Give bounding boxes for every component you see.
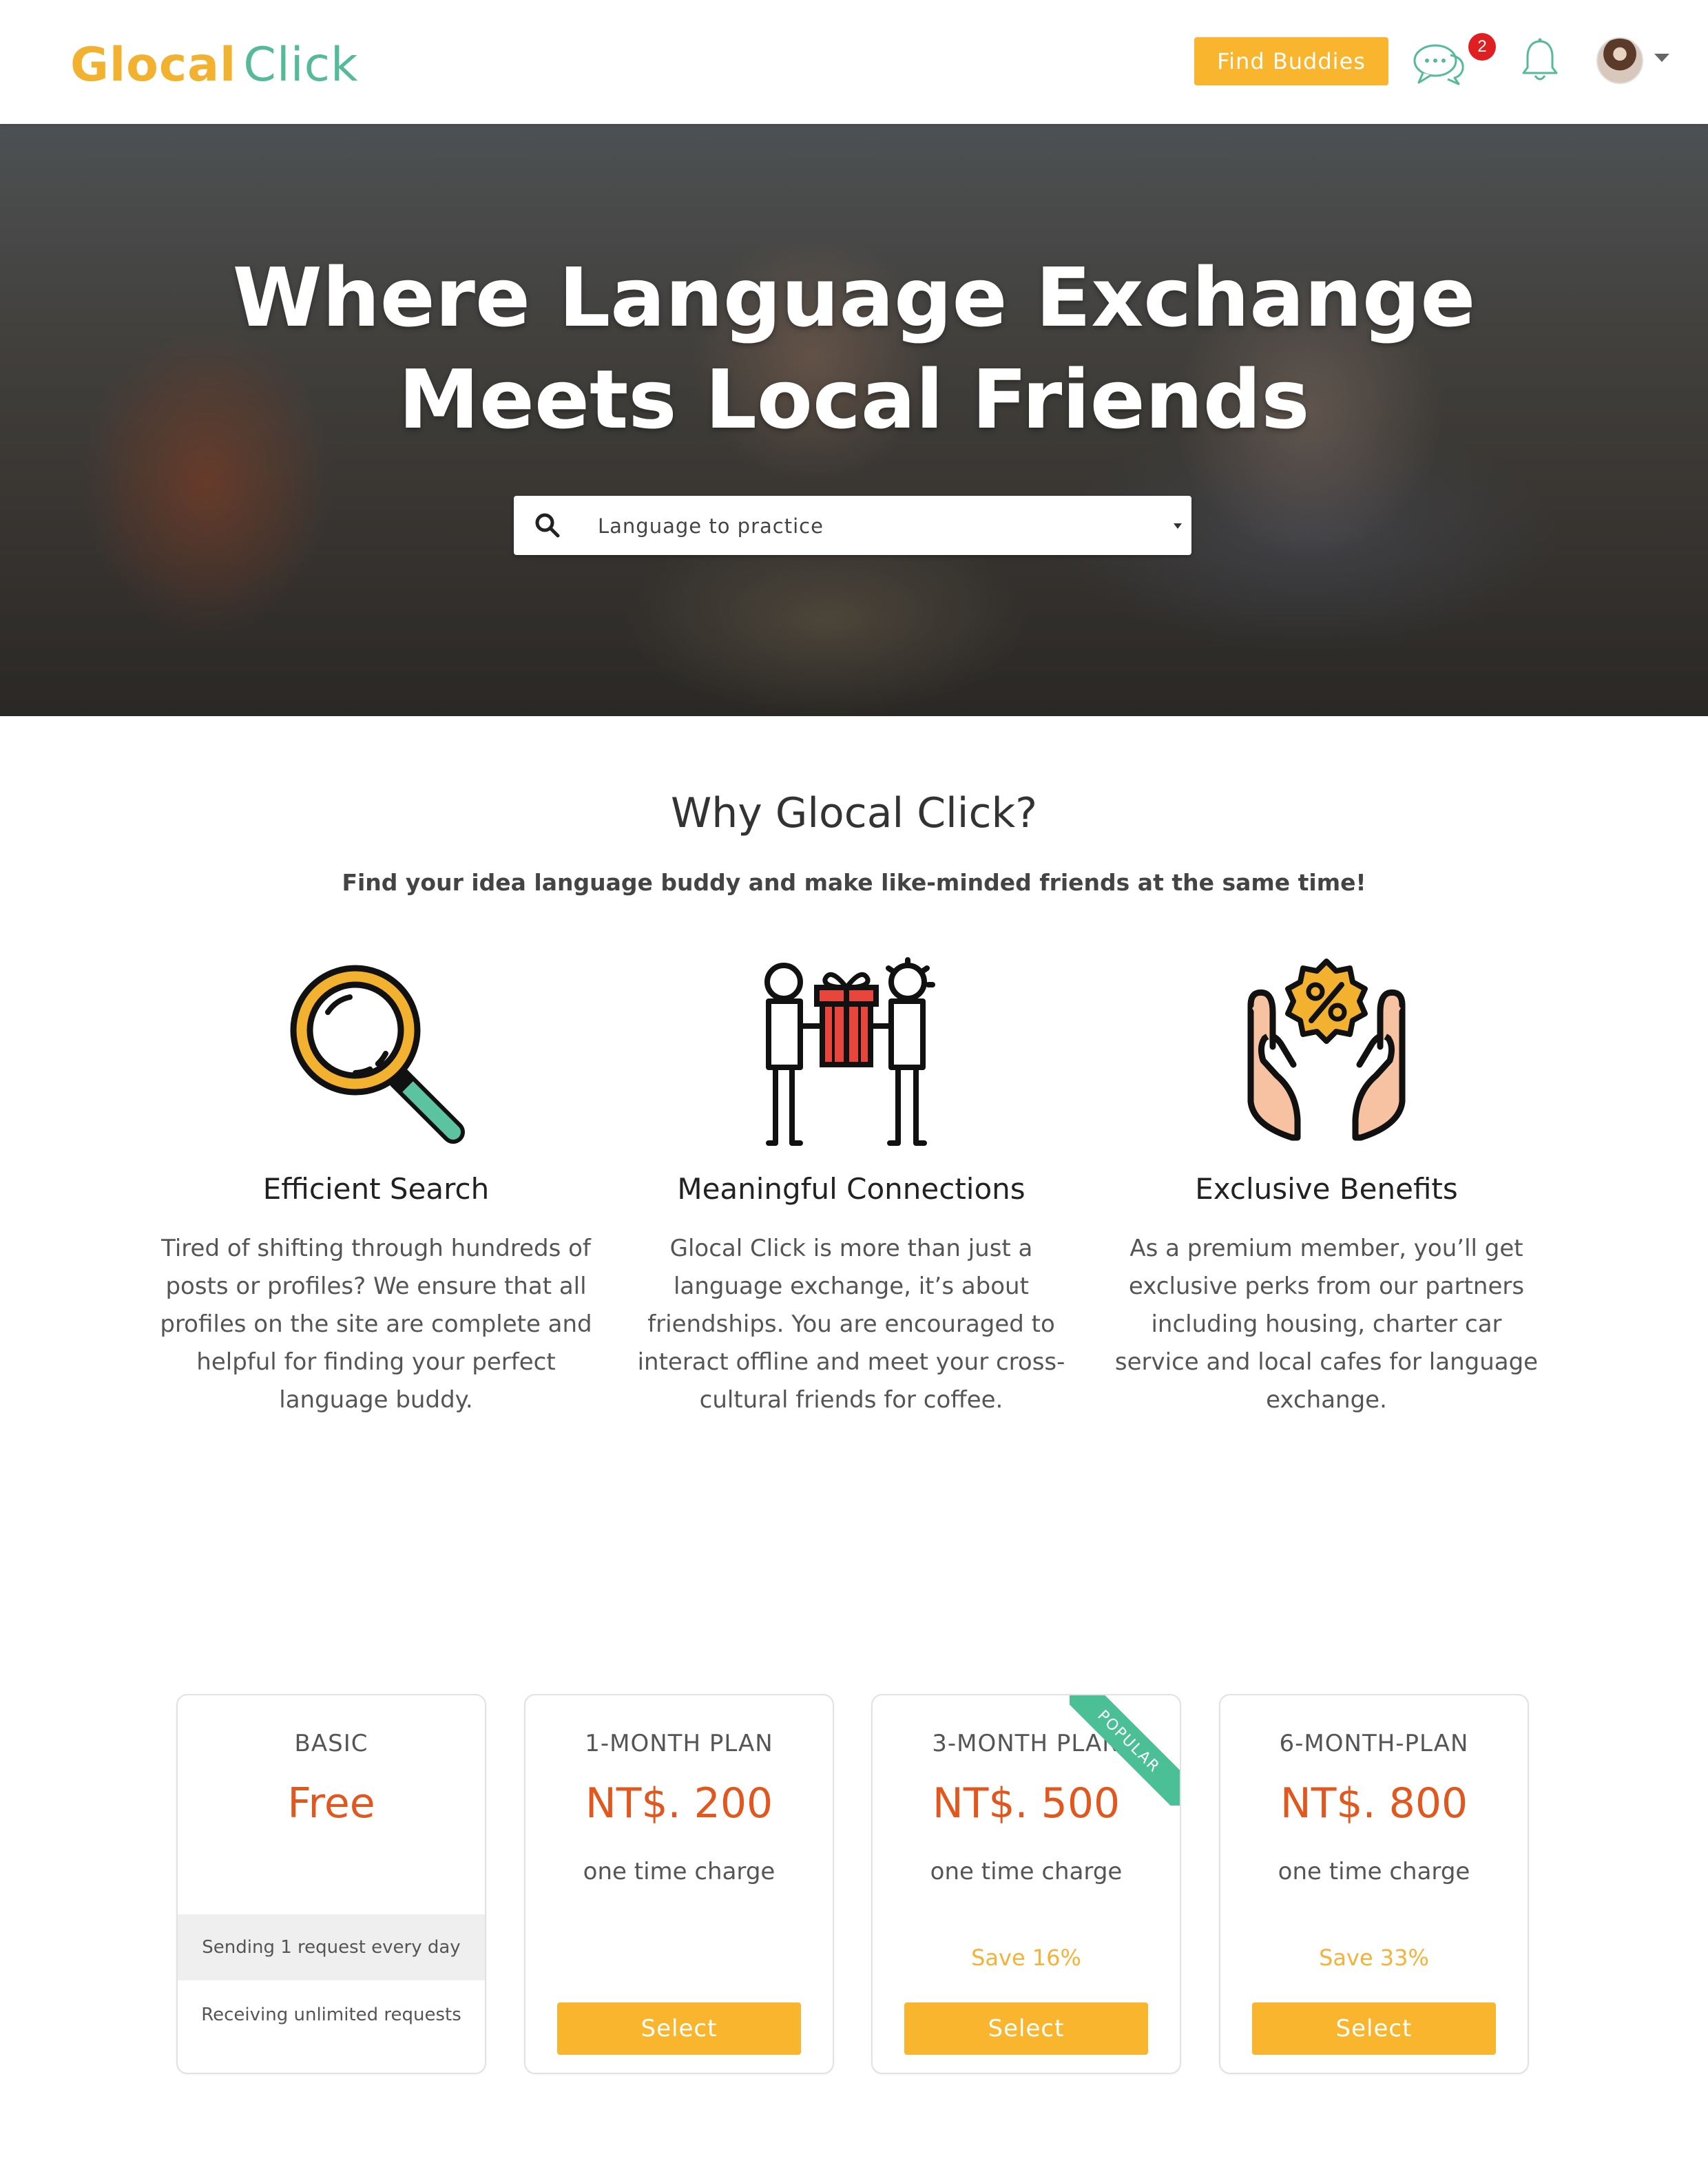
plan-name: 6-MONTH-PLAN (1279, 1730, 1469, 1757)
plan-price: Free (287, 1779, 375, 1828)
feature-text: As a premium member, you’ll get exclusiv… (1114, 1235, 1539, 1414)
plan-card-6-month: 6-MONTH-PLAN NT$. 800 one time charge Sa… (1219, 1694, 1529, 2074)
feature-title: Efficient Search (262, 1172, 490, 1206)
bell-icon[interactable] (1519, 37, 1561, 84)
plan-card-1-month: 1-MONTH PLAN NT$. 200 one time charge Se… (524, 1694, 834, 2074)
plan-charge-note: one time charge (583, 1858, 775, 1885)
language-select-input[interactable] (596, 508, 1136, 544)
plan-price: NT$. 200 (585, 1779, 773, 1828)
discount-hands-icon (1247, 959, 1406, 1141)
plan-feature-row: Sending 1 request every day (178, 1914, 485, 1980)
plan-price: NT$. 500 (932, 1779, 1121, 1828)
section-title: Why Glocal Click? (670, 789, 1038, 837)
top-navbar: Glocal Click Find Buddies 2 (0, 0, 1708, 124)
plan-charge-note: one time charge (930, 1858, 1123, 1885)
plan-price: NT$. 800 (1280, 1779, 1468, 1828)
plan-card-3-month: 3-MONTH PLAN POPULAR NT$. 500 one time c… (871, 1694, 1181, 2074)
select-3-month-button[interactable]: Select (904, 2002, 1148, 2055)
plan-feature-row: Receiving unlimited requests (201, 2005, 461, 2025)
hero-banner: Where Language Exchange Meets Local Frie… (0, 124, 1708, 716)
section-subtitle: Find your idea language buddy and make l… (342, 869, 1366, 896)
language-search-box[interactable] (514, 496, 1191, 555)
chat-icon[interactable] (1412, 40, 1467, 88)
select-6-month-button[interactable]: Select (1252, 2002, 1496, 2055)
logo-text-click: Click (243, 37, 359, 92)
feature-text: Tired of shifting through hundreds of po… (160, 1235, 592, 1414)
messages-count-badge: 2 (1468, 33, 1496, 61)
dropdown-caret-icon[interactable] (1174, 523, 1182, 529)
user-avatar[interactable] (1596, 37, 1643, 84)
feature-title: Meaningful Connections (677, 1172, 1025, 1206)
hero-title-line1: Where Language Exchange (232, 250, 1476, 345)
plan-charge-note: one time charge (1278, 1858, 1470, 1885)
magnifier-icon (290, 965, 465, 1144)
plan-savings: Save 16% (971, 1945, 1081, 1971)
plan-name: BASIC (294, 1730, 368, 1757)
feature-text: Glocal Click is more than just a languag… (637, 1235, 1065, 1414)
plan-name: 1-MONTH PLAN (585, 1730, 773, 1757)
find-buddies-button[interactable]: Find Buddies (1194, 37, 1388, 85)
plan-card-basic: BASIC Free Sending 1 request every day R… (176, 1694, 486, 2074)
logo[interactable]: Glocal Click (70, 36, 358, 94)
gift-exchange-icon (764, 957, 935, 1146)
hero-title: Where Language Exchange Meets Local Frie… (0, 247, 1708, 450)
select-1-month-button[interactable]: Select (557, 2002, 801, 2055)
feature-title: Exclusive Benefits (1195, 1172, 1458, 1206)
plan-savings: Save 33% (1319, 1945, 1429, 1971)
hero-title-line2: Meets Local Friends (398, 352, 1310, 447)
search-icon (535, 513, 560, 538)
logo-text-glocal: Glocal (70, 37, 237, 92)
account-menu-chevron-down-icon[interactable] (1654, 54, 1669, 62)
